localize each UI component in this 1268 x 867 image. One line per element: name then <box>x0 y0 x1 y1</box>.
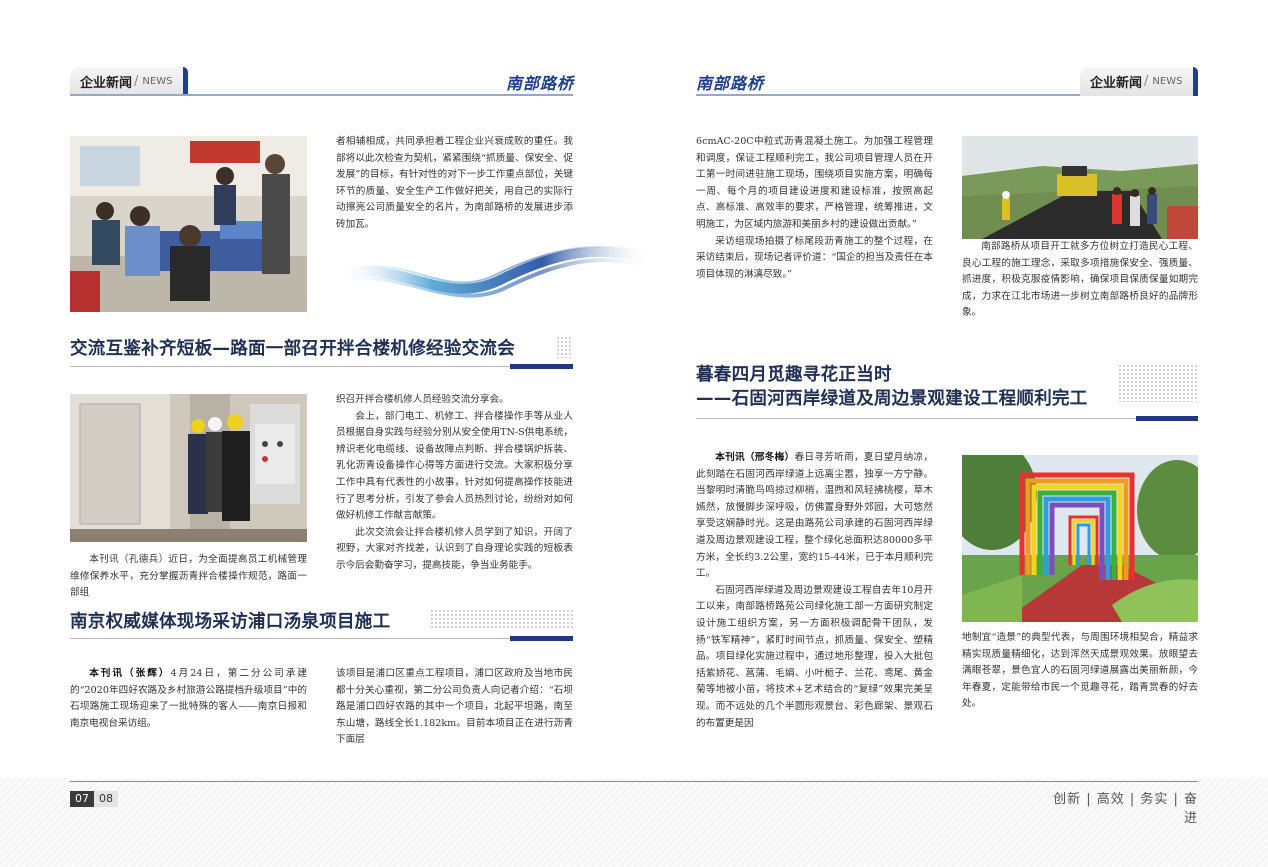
continued-text: 6cmAC-20C中粒式沥青混凝土施工。为加强工程管理和调度，保证工程顺利完工，… <box>696 136 933 230</box>
photo-caption: 南部路桥从项目开工就多方位树立打造民心工程、良心工程的施工理念，采取多项措施保安… <box>962 239 1198 322</box>
article-headline: 南京权威媒体现场采访浦口汤泉项目施工 <box>70 612 391 632</box>
title-rule <box>70 366 510 367</box>
caption-text: 本刊讯（孔德兵）近日，为全面提高员工机械管理维修保养水平，充分掌握沥青拌合楼操作… <box>70 554 307 599</box>
article4-col2: 地制宜“造景”的典型代表，与周围环境相契合，精益求精实现质量精细化，达到浑然天成… <box>962 630 1198 713</box>
article3-col2: 该项目是浦口区重点工程项目，浦口区政府及当地市民都十分关心重视，第二分公司负责人… <box>336 666 573 749</box>
article2-body: 织召开拌合楼机修人员经验交流分享会。 会上，部门电工、机修工、拌合楼操作手等从业… <box>336 392 573 575</box>
article4-col1: 本刊讯（邢冬梅）春日寻芳听雨，夏日望月纳凉，此刻踏在石固河西岸绿道上远离尘嚣，独… <box>696 450 933 732</box>
title-rule <box>70 638 510 639</box>
article-headline-line1: 暮春四月觅趣寻花正当时 <box>696 365 892 385</box>
title-rule <box>696 418 1136 419</box>
header-rule <box>70 94 573 96</box>
article2-paragraph-1: 织召开拌合楼机修人员经验交流分享会。 <box>336 394 509 405</box>
title-rule-accent <box>510 364 573 369</box>
article3-text-2: 该项目是浦口区重点工程项目，浦口区政府及当地市民都十分关心重视，第二分公司负责人… <box>336 668 573 746</box>
title-rule-accent <box>510 636 573 641</box>
byline: 本刊讯（张辉） <box>89 668 171 679</box>
footer-rule <box>70 781 1198 782</box>
article4-text-1: 春日寻芳听雨，夏日望月纳凉，此刻踏在石固河西岸绿道上远离尘嚣，独享一方宁静。当黎… <box>696 452 934 580</box>
article-intro-text: 者相辅相成，共同承担着工程企业兴衰成败的重任。我部将以此次检查为契机，紧紧围绕“… <box>336 136 573 230</box>
byline: 本刊讯（邢冬梅） <box>715 452 795 463</box>
dot-pattern <box>430 609 573 629</box>
caption-text: 南部路桥从项目开工就多方位树立打造民心工程、良心工程的施工理念，采取多项措施保安… <box>962 241 1198 319</box>
section-title-cn: 企业新闻 <box>80 76 133 91</box>
photo-rainbow-greenway <box>962 455 1198 622</box>
article4-text-2: 石固河西岸绿道及周边景观建设工程自去年10月开工以来，南部路桥路苑公司绿化施工部… <box>696 584 933 729</box>
page-number-right: 08 <box>94 791 118 807</box>
article2-paragraph-2: 会上，部门电工、机修工、拌合楼操作手等从业人员根据自身实践与经验分别从安全使用T… <box>336 410 573 522</box>
photo-machine-room <box>70 394 307 542</box>
brand-logo: 南部路桥 <box>696 74 765 93</box>
section-tab-left: 企业新闻 / NEWS <box>70 67 183 96</box>
article-intro-column: 者相辅相成，共同承担着工程企业兴衰成败的重任。我部将以此次检查为契机，紧紧围绕“… <box>336 134 573 234</box>
section-tab-right: 企业新闻 / NEWS <box>1080 67 1193 96</box>
photo-inspection-meeting <box>70 136 307 312</box>
section-title-cn: 企业新闻 <box>1090 76 1143 91</box>
dot-pattern <box>1118 364 1198 402</box>
dot-pattern <box>556 336 573 358</box>
continued-text-2: 采访组现场拍摄了标尾段沥青施工的整个过程，在采访结束后，现场记者评价道：“国企的… <box>696 235 933 280</box>
tab-accent <box>183 67 188 96</box>
section-title-en: NEWS <box>142 76 173 87</box>
footer-slogan: 创新 | 高效 | 务实 | 奋进 <box>1053 792 1198 826</box>
title-rule-accent <box>1136 416 1198 421</box>
photo-asphalt-paving <box>962 136 1198 239</box>
photo-caption: 本刊讯（孔德兵）近日，为全面提高员工机械管理维修保养水平，充分掌握沥青拌合楼操作… <box>70 552 307 602</box>
article2-paragraph-3: 此次交流会让拌合楼机修人员学到了知识，开阔了视野，大家对齐找差，认识到了自身理论… <box>336 526 573 571</box>
tab-accent <box>1193 67 1198 96</box>
article-headline: 交流互鉴补齐短板—路面一部召开拌合楼机修经验交流会 <box>70 339 515 359</box>
section-title-en: NEWS <box>1152 76 1183 87</box>
continued-column: 6cmAC-20C中粒式沥青混凝土施工。为加强工程管理和调度，保证工程顺利完工，… <box>696 134 933 283</box>
page-number-left: 07 <box>70 791 94 807</box>
brand-logo: 南部路桥 <box>506 74 575 93</box>
article4-text-3: 地制宜“造景”的典型代表，与周围环境相契合，精益求精实现质量精细化，达到浑然天成… <box>962 632 1198 710</box>
article3-col1: 本刊讯（张辉）4月24日，第二分公司承建的“2020年四好农路及乡村旅游公路提档… <box>70 666 307 732</box>
article-headline-line2: ——石固河西岸绿道及周边景观建设工程顺利完工 <box>696 389 1088 409</box>
decorative-wave-icon <box>330 240 660 315</box>
